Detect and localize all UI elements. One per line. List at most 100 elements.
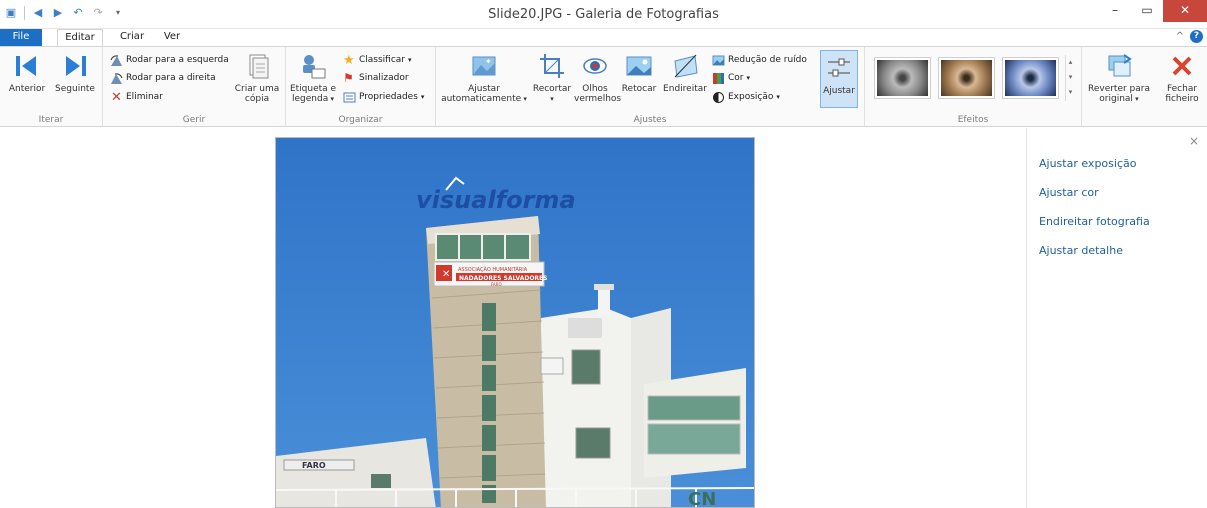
group-organizar: Etiqueta e legenda ▾ ★ Classificar ▾ ⚑ Si… (286, 47, 436, 127)
create-copy-label-2: cópia (244, 94, 270, 104)
tab-file[interactable]: File (0, 29, 42, 46)
adjust-label: Ajustar (823, 86, 855, 96)
effect-thumb-grayscale[interactable] (874, 57, 931, 99)
red-eye-label-1: Olhos (582, 84, 608, 94)
exposure-icon (713, 91, 724, 103)
red-eye-button[interactable]: Olhos vermelhos (574, 51, 621, 104)
auto-adjust-label-2: automaticamente (441, 94, 522, 104)
help-icon[interactable]: ? (1190, 30, 1203, 43)
building-letters: CN (688, 489, 716, 508)
rooftop-sign: visualforma (416, 186, 576, 214)
copy-icon (249, 54, 269, 79)
noise-reduction-button[interactable]: Redução de ruído (712, 53, 807, 67)
svg-text:✕: ✕ (442, 269, 450, 280)
group-reverter: Reverter para original ▾ (1082, 47, 1157, 127)
seguinte-label: Seguinte (55, 84, 95, 94)
tab-editar[interactable]: Editar (57, 29, 103, 46)
create-copy-label-1: Criar uma (234, 84, 280, 94)
panel-item-detail[interactable]: Ajustar detalhe (1039, 244, 1123, 257)
noise-reduction-label: Redução de ruído (728, 55, 807, 65)
anterior-label: Anterior (8, 84, 46, 94)
tag-caption-label-1: Etiqueta e (289, 84, 337, 94)
rotate-right-label: Rodar para a direita (126, 73, 216, 83)
group-label-ajustes: Ajustes (633, 115, 667, 125)
noise-reduction-icon (712, 55, 725, 65)
effect-thumb-sepia[interactable] (938, 57, 995, 99)
rate-button[interactable]: ★ Classificar ▾ (343, 53, 412, 67)
rotate-left-label: Rodar para a esquerda (126, 55, 229, 65)
rotate-left-icon (110, 54, 122, 66)
tag-caption-button[interactable]: Etiqueta e legenda ▾ (288, 51, 338, 104)
panel-item-exposure[interactable]: Ajustar exposição (1039, 157, 1136, 170)
adjust-button[interactable]: Ajustar (820, 50, 858, 108)
group-label-organizar: Organizar (338, 115, 383, 125)
close-file-icon (1172, 56, 1192, 76)
color-icon (713, 72, 724, 84)
revert-button[interactable]: Reverter para original ▾ (1086, 51, 1152, 104)
close-window-button[interactable]: ✕ (1163, 0, 1207, 22)
red-eye-label-2: vermelhos (574, 94, 622, 104)
group-label-gerir: Gerir (182, 115, 206, 125)
group-gerir: Rodar para a esquerda Rodar para a direi… (103, 47, 286, 127)
effect-thumb-cyan[interactable] (1002, 57, 1059, 99)
revert-icon (1108, 54, 1132, 77)
revert-label-2: original (1099, 94, 1133, 104)
revert-label-1: Reverter para (1087, 84, 1151, 94)
tag-caption-label-2: legenda (292, 94, 329, 104)
delete-button[interactable]: ✕ Eliminar (110, 90, 163, 104)
tab-ver[interactable]: Ver (160, 29, 184, 46)
faro-sign: FARO (302, 461, 326, 470)
rotate-right-icon (111, 72, 123, 84)
restore-button[interactable]: ▭ (1131, 0, 1163, 22)
effects-gallery-scroll[interactable]: ▴ ▾ ▾ (1065, 55, 1075, 101)
rotate-left-button[interactable]: Rodar para a esquerda (110, 53, 229, 67)
delete-label: Eliminar (126, 92, 163, 102)
seguinte-button[interactable]: Seguinte (52, 51, 98, 94)
close-file-label-2: ficheiro (1165, 94, 1199, 104)
properties-button[interactable]: Propriedades ▾ (343, 90, 424, 104)
panel-item-color[interactable]: Ajustar cor (1039, 186, 1099, 199)
collapse-ribbon-icon[interactable]: ^ (1176, 31, 1184, 42)
next-icon (66, 56, 86, 76)
banner-line-3: FARO (491, 282, 502, 287)
window-controls: – ▭ ✕ (1099, 0, 1207, 22)
retouch-button[interactable]: Retocar (618, 51, 660, 94)
svg-text:✦: ✦ (485, 57, 492, 66)
panel-item-straighten[interactable]: Endireitar fotografia (1039, 215, 1150, 228)
star-icon: ★ (343, 52, 355, 68)
minimize-button[interactable]: – (1099, 0, 1131, 22)
banner-line-1: ASSOCIAÇÃO HUMANITÁRIA (458, 266, 528, 273)
crop-button[interactable]: Recortar ▾ (530, 51, 574, 104)
title-bar: ▣ ◀ ▶ ↶ ↷ ▾ Slide20.JPG - Galeria de Fot… (0, 0, 1207, 29)
exposure-button[interactable]: Exposição ▾ (712, 90, 780, 104)
rotate-right-button[interactable]: Rodar para a direita (110, 71, 216, 85)
color-button[interactable]: Cor ▾ (712, 71, 750, 85)
create-copy-button[interactable]: Criar uma cópia (231, 51, 283, 104)
close-panel-button[interactable]: × (1189, 134, 1199, 148)
flag-label: Sinalizador (359, 73, 409, 83)
flag-button[interactable]: ⚑ Sinalizador (343, 71, 409, 85)
sliders-icon (828, 58, 850, 77)
auto-adjust-icon: ✦ (472, 56, 496, 76)
close-file-button[interactable]: Fechar ficheiro (1159, 51, 1205, 104)
group-efeitos: ▴ ▾ ▾ Efeitos (865, 47, 1082, 127)
tag-caption-icon (303, 55, 326, 79)
close-file-label-1: Fechar (1166, 84, 1198, 94)
group-iterar: Anterior Seguinte Iterar (0, 47, 103, 127)
retouch-icon (626, 56, 652, 76)
auto-adjust-button[interactable]: ✦ Ajustar automaticamente ▾ (440, 51, 528, 104)
group-label-iterar: Iterar (38, 115, 64, 125)
anterior-button[interactable]: Anterior (8, 51, 46, 94)
crop-label: Recortar (532, 84, 572, 94)
effect-preview-sepia (941, 60, 992, 96)
adjust-panel: × Ajustar exposição Ajustar cor Endireit… (1026, 128, 1207, 508)
exposure-label: Exposição (728, 92, 774, 102)
ribbon-right-controls: ^ ? (1176, 30, 1203, 43)
delete-icon: ✕ (111, 89, 122, 105)
rate-label: Classificar (359, 55, 406, 65)
tab-criar[interactable]: Criar (117, 29, 147, 46)
straighten-button[interactable]: Endireitar (662, 51, 708, 94)
photo-viewer[interactable]: ✕ ASSOCIAÇÃO HUMANITÁRIA NADADORES SALVA… (275, 137, 755, 508)
group-ajustes: ✦ Ajustar automaticamente ▾ Recortar ▾ O… (436, 47, 865, 127)
retouch-label: Retocar (621, 84, 657, 94)
